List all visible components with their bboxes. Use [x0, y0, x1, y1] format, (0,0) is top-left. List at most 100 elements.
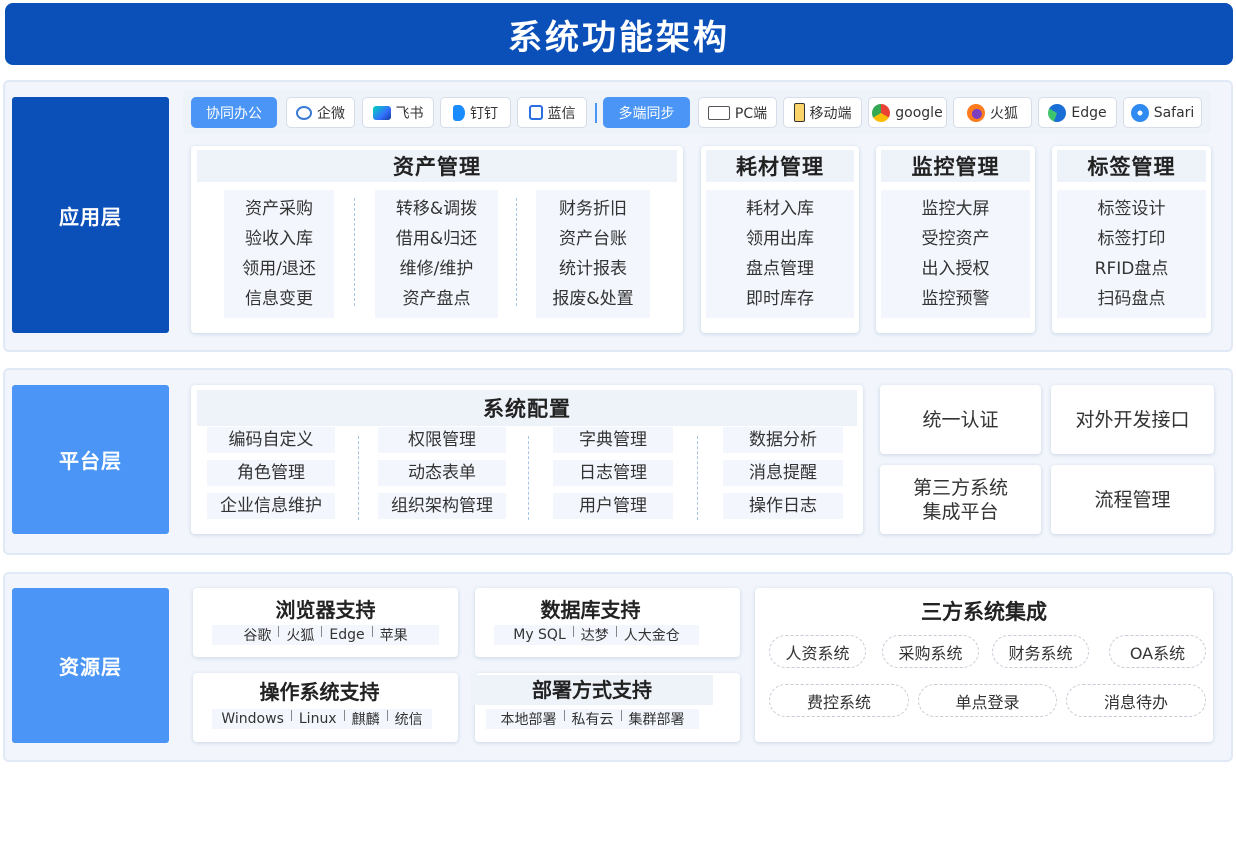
config-divider	[697, 436, 698, 520]
consumable-item: 耗材入库	[746, 199, 814, 219]
google-chip[interactable]: google	[868, 97, 947, 128]
monitor-item: 出入授权	[921, 259, 990, 279]
browser-item: Edge	[329, 627, 365, 643]
phone-icon	[793, 103, 805, 122]
sso-pill: 单点登录	[918, 684, 1057, 717]
pc-chip[interactable]: PC端	[698, 97, 777, 128]
deploy-support-list: 本地部署 私有云 集群部署	[486, 709, 699, 729]
config-item: 动态表单	[378, 460, 506, 486]
deploy-item: 本地部署	[500, 712, 557, 728]
monitor-item: 监控预警	[921, 289, 990, 309]
label-title: 标签管理	[1057, 150, 1206, 182]
consumable-item: 领用出库	[746, 229, 814, 249]
monitor-icon	[707, 105, 730, 120]
safari-chip[interactable]: Safari	[1123, 97, 1202, 128]
edge-label: Edge	[1071, 104, 1107, 121]
asset-item: 转移&调拨	[395, 199, 478, 219]
consumable-item: 盘点管理	[746, 259, 814, 279]
monitor-item: 监控大屏	[921, 199, 990, 219]
config-col-1: 编码自定义 角色管理 企业信息维护	[207, 427, 335, 519]
browser-item: 苹果	[379, 628, 408, 644]
consumable-item: 即时库存	[746, 289, 814, 309]
asset-divider	[354, 198, 355, 306]
safari-label: Safari	[1153, 104, 1195, 121]
firefox-label: 火狐	[990, 105, 1018, 122]
asset-item: 资产盘点	[402, 289, 471, 309]
os-item: Windows	[221, 711, 284, 727]
third-party-line-2: 集成平台	[922, 500, 999, 523]
label-item: 标签打印	[1097, 229, 1166, 249]
lanxin-icon	[528, 105, 543, 120]
deploy-item: 私有云	[571, 712, 614, 728]
consumable-title: 耗材管理	[706, 150, 854, 182]
edge-icon	[1048, 103, 1067, 122]
oa-system-pill: OA系统	[1109, 635, 1206, 668]
edge-chip[interactable]: Edge	[1038, 97, 1117, 128]
config-item: 操作日志	[723, 493, 843, 519]
lanxin-label: 蓝信	[547, 105, 576, 122]
app-layer-label: 应用层	[12, 97, 169, 333]
asset-item: 资产台账	[559, 229, 627, 249]
deploy-support-title: 部署方式支持	[471, 675, 713, 705]
wecom-label: 企微	[317, 105, 345, 122]
finance-system-pill: 财务系统	[992, 635, 1089, 668]
browser-item: 火狐	[286, 628, 315, 644]
asset-management-title: 资产管理	[197, 150, 677, 182]
os-support-title: 操作系统支持	[259, 680, 380, 704]
consumable-list: 耗材入库 领用出库 盘点管理 即时库存	[706, 190, 854, 318]
third-party-line-1: 第三方系统	[912, 476, 1008, 499]
feishu-chip[interactable]: 飞书	[362, 97, 434, 128]
config-item: 数据分析	[723, 427, 843, 453]
unified-auth-card: 统一认证	[880, 385, 1041, 454]
chrome-icon	[872, 103, 891, 122]
asset-item: 维修/维护	[399, 259, 474, 279]
message-todo-pill: 消息待办	[1066, 684, 1206, 717]
expense-system-pill: 费控系统	[769, 684, 909, 717]
mobile-label: 移动端	[809, 105, 852, 122]
feishu-label: 飞书	[395, 105, 424, 122]
config-item: 用户管理	[553, 493, 673, 519]
google-label: google	[895, 104, 943, 121]
config-divider	[528, 436, 529, 520]
monitor-title: 监控管理	[881, 150, 1030, 182]
dingtalk-label: 钉钉	[470, 105, 498, 122]
system-config-title: 系统配置	[197, 390, 857, 426]
asset-divider	[516, 198, 517, 306]
asset-col-2: 转移&调拨 借用&归还 维修/维护 资产盘点	[375, 190, 498, 318]
config-item: 组织架构管理	[378, 493, 506, 519]
dingtalk-chip[interactable]: 钉钉	[440, 97, 511, 128]
purchase-system-pill: 采购系统	[882, 635, 979, 668]
browser-item: 谷歌	[243, 628, 272, 644]
os-item: 麒麟	[351, 712, 380, 728]
browser-support-title: 浏览器支持	[275, 598, 376, 622]
workflow-card: 流程管理	[1051, 465, 1214, 534]
wecom-chip[interactable]: 企微	[286, 97, 355, 128]
label-item: 扫码盘点	[1097, 289, 1166, 309]
multi-sync-chip[interactable]: 多端同步	[603, 97, 690, 128]
hr-system-pill: 人资系统	[769, 635, 866, 668]
wecom-icon	[296, 105, 312, 120]
mobile-chip[interactable]: 移动端	[783, 97, 862, 128]
database-item: My SQL	[513, 627, 566, 643]
resource-layer-label: 资源层	[12, 588, 169, 743]
config-col-4: 数据分析 消息提醒 操作日志	[723, 427, 843, 519]
monitor-list: 监控大屏 受控资产 出入授权 监控预警	[881, 190, 1030, 318]
safari-icon	[1130, 103, 1149, 122]
config-item: 权限管理	[378, 427, 506, 453]
asset-col-1: 资产采购 验收入库 领用/退还 信息变更	[224, 190, 334, 318]
lanxin-chip[interactable]: 蓝信	[517, 97, 587, 128]
database-support-title: 数据库支持	[540, 598, 641, 622]
asset-item: 领用/退还	[242, 259, 316, 279]
os-item: 统信	[394, 712, 423, 728]
collab-office-chip[interactable]: 协同办公	[191, 97, 277, 128]
firefox-chip[interactable]: 火狐	[953, 97, 1032, 128]
config-divider	[358, 436, 359, 520]
dingtalk-icon	[453, 104, 465, 121]
pc-label: PC端	[734, 105, 768, 122]
deploy-item: 集群部署	[628, 712, 685, 728]
database-support-list: My SQL 达梦 人大金仓	[494, 625, 699, 645]
config-item: 角色管理	[207, 460, 335, 486]
asset-item: 验收入库	[245, 229, 313, 249]
label-list: 标签设计 标签打印 RFID盘点 扫码盘点	[1057, 190, 1206, 318]
config-item: 消息提醒	[723, 460, 843, 486]
